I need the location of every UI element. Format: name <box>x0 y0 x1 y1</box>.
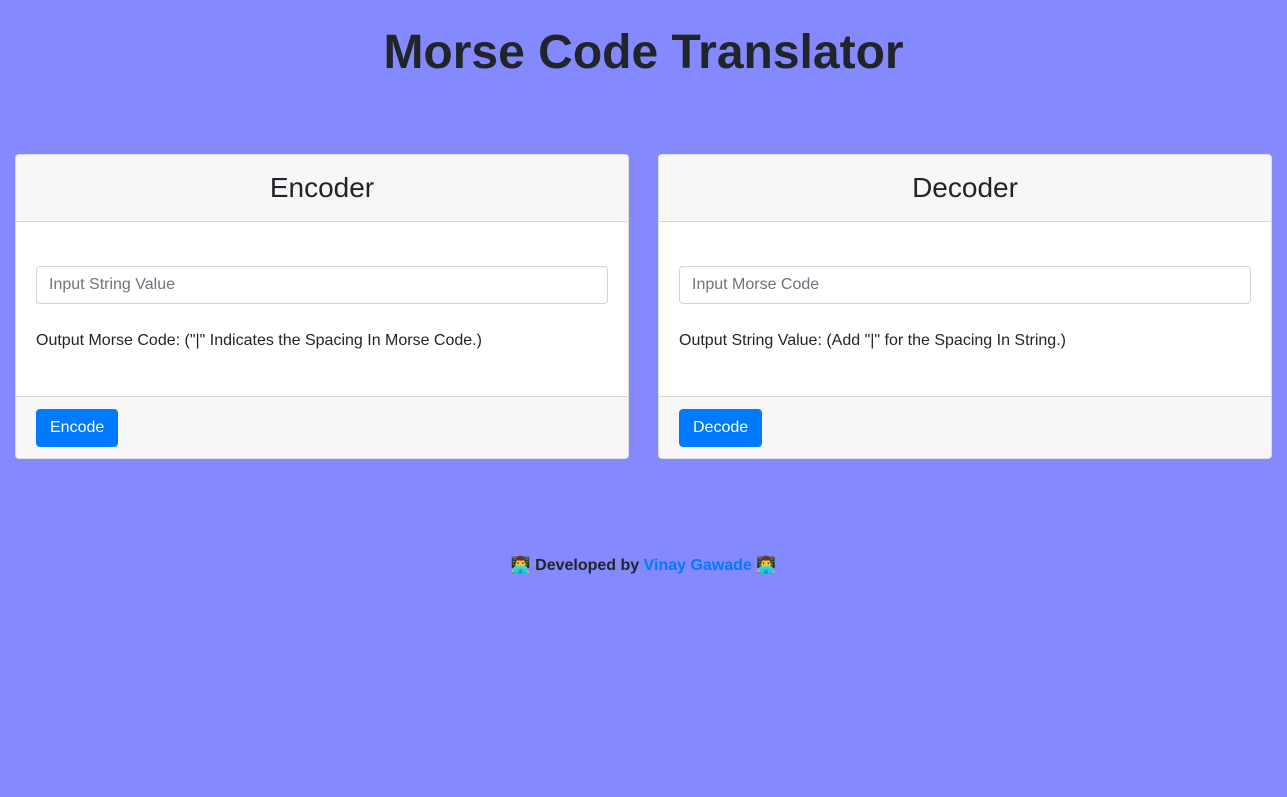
encoder-header: Encoder <box>16 155 628 222</box>
technologist-icon: 👨‍💻 <box>510 557 531 574</box>
encoder-body: Output Morse Code: ("|" Indicates the Sp… <box>16 222 628 396</box>
decode-button[interactable]: Decode <box>679 409 763 447</box>
encoder-card: Encoder Output Morse Code: ("|" Indicate… <box>15 154 629 459</box>
author-link[interactable]: Vinay Gawade <box>644 557 752 574</box>
decoder-footer: Decode <box>659 396 1271 458</box>
encoder-output: Output Morse Code: ("|" Indicates the Sp… <box>36 332 482 349</box>
credits-footer: 👨‍💻 Developed by Vinay Gawade 👨‍💻 <box>0 556 1287 576</box>
decoder-input[interactable] <box>679 266 1251 304</box>
technologist-icon: 👨‍💻 <box>756 557 777 574</box>
decoder-output: Output String Value: (Add "|" for the Sp… <box>679 332 1066 349</box>
page-title: Morse Code Translator <box>383 26 904 79</box>
credits-prefix: Developed by <box>535 557 640 574</box>
encoder-footer: Encode <box>16 396 628 458</box>
decoder-header: Decoder <box>659 155 1271 222</box>
encoder-input[interactable] <box>36 266 608 304</box>
encode-button[interactable]: Encode <box>36 409 119 447</box>
decoder-card: Decoder Output String Value: (Add "|" fo… <box>658 154 1272 459</box>
decoder-body: Output String Value: (Add "|" for the Sp… <box>659 222 1271 396</box>
